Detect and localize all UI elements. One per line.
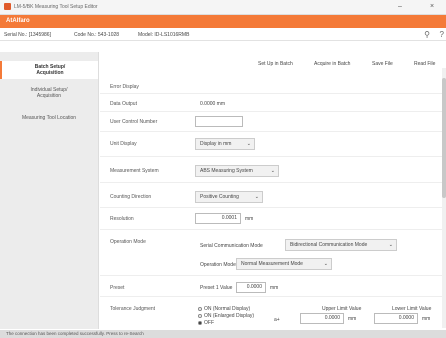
serial-comm-label: Serial Communication Mode: [200, 243, 263, 249]
divider: [100, 182, 446, 183]
chevron-down-icon: ⌄: [254, 194, 259, 200]
divider: [100, 131, 446, 132]
counting-direction-select[interactable]: Positive Counting ⌄: [195, 191, 263, 203]
unit-display-value: Display in mm: [200, 141, 232, 147]
divider: [100, 229, 446, 230]
divider: [100, 156, 446, 157]
operation-mode-select[interactable]: Normal Measurement Mode ⌄: [236, 258, 332, 270]
lower-limit-input[interactable]: 0.0000: [374, 313, 418, 324]
measurement-system-select[interactable]: ABS Measuring System ⌄: [195, 165, 279, 177]
acquire-batch-button[interactable]: Acquire in Batch: [314, 61, 350, 67]
app-header: AtAlfaro: [0, 15, 446, 28]
search-icon[interactable]: ⚲: [424, 30, 430, 39]
help-icon[interactable]: ?: [440, 30, 444, 39]
sidebar: Batch Setup/ Acquisition Individual Setu…: [0, 52, 99, 329]
model-number: Model: ID-LS1016RMB: [138, 32, 190, 38]
tolerance-option-enlarged: ON (Enlarged Display): [204, 313, 255, 319]
divider: [100, 275, 446, 276]
measurement-system-value: ABS Measuring System: [200, 168, 253, 174]
preset-unit: mm: [270, 285, 279, 291]
sidebar-item-label: Measuring Tool Location: [21, 115, 77, 121]
operation-mode-sub-label: Operation Mode: [200, 262, 236, 268]
unit-display-label: Unit Display: [110, 141, 137, 147]
user-control-input[interactable]: [195, 116, 243, 127]
divider: [100, 296, 446, 297]
status-message: The connection has been completed succes…: [6, 331, 144, 336]
code-number: Code No.: 543-1028: [74, 32, 120, 38]
sidebar-item-batch-setup[interactable]: Batch Setup/ Acquisition: [0, 61, 98, 79]
minimize-button[interactable]: –: [398, 2, 402, 11]
error-display-label: Error Display: [110, 84, 139, 90]
app-icon: [4, 3, 11, 10]
sidebar-item-tool-location[interactable]: Measuring Tool Location: [0, 112, 98, 127]
serial-number: Serial No.: [1345986]: [4, 32, 51, 38]
tolerance-radio-enlarged[interactable]: [198, 314, 202, 318]
chevron-down-icon: ⌄: [388, 242, 393, 248]
sidebar-item-label: Acquisition: [36, 70, 64, 76]
chevron-down-icon: ⌄: [246, 141, 251, 147]
tolerance-option-off: OFF: [204, 320, 214, 326]
vertical-scrollbar[interactable]: [442, 68, 446, 328]
sidebar-item-individual-setup[interactable]: Individual Setup/ Acquisition: [0, 85, 98, 105]
divider: [100, 111, 446, 112]
preset-label: Preset: [110, 285, 125, 291]
measurement-system-label: Measurement System: [110, 168, 159, 174]
upper-limit-unit: mm: [348, 316, 357, 322]
resolution-input[interactable]: 0.0001: [195, 213, 241, 224]
user-control-label: User Control Number: [110, 119, 158, 125]
preset-value-label: Preset 1 Value: [200, 285, 233, 291]
from-label: a+: [274, 317, 280, 323]
window-title: LM-5/BK Measuring Tool Setup Editor: [14, 4, 98, 10]
lower-limit-label: Lower Limit Value: [392, 306, 432, 312]
read-file-button[interactable]: Read File: [414, 61, 435, 67]
serial-comm-select[interactable]: Bidirectional Communication Mode ⌄: [285, 239, 397, 251]
tolerance-radio-normal[interactable]: [198, 307, 202, 311]
tolerance-option-normal: ON (Normal Display): [204, 306, 251, 312]
divider: [100, 93, 446, 94]
sidebar-item-label: Acquisition: [36, 93, 62, 99]
unit-display-select[interactable]: Display in mm ⌄: [195, 138, 255, 150]
operation-mode-value: Normal Measurement Mode: [241, 261, 303, 267]
setup-batch-button[interactable]: Set Up in Batch: [258, 61, 293, 67]
status-bar: The connection has been completed succes…: [0, 330, 446, 338]
scrollbar-thumb[interactable]: [442, 78, 446, 198]
serial-comm-value: Bidirectional Communication Mode: [290, 242, 368, 248]
data-output-label: Data Output: [110, 101, 137, 107]
app-title: AtAlfaro: [6, 18, 30, 24]
device-info-bar: Serial No.: [1345986] Code No.: 543-1028…: [0, 29, 446, 41]
save-file-button[interactable]: Save File: [372, 61, 393, 67]
counting-direction-value: Positive Counting: [200, 194, 239, 200]
upper-limit-input[interactable]: 0.0000: [300, 313, 344, 324]
tolerance-label: Tolerance Judgment: [110, 306, 156, 312]
lower-limit-unit: mm: [422, 316, 431, 322]
window-titlebar: LM-5/BK Measuring Tool Setup Editor – ×: [0, 0, 446, 15]
close-button[interactable]: ×: [430, 2, 434, 11]
resolution-unit: mm: [245, 216, 254, 222]
operation-mode-label: Operation Mode: [110, 239, 146, 245]
divider: [100, 207, 446, 208]
resolution-label: Resolution: [110, 216, 134, 222]
chevron-down-icon: ⌄: [323, 261, 328, 267]
counting-direction-label: Counting Direction: [110, 194, 152, 200]
preset-value-input[interactable]: 0.0000: [236, 282, 266, 293]
tolerance-radio-off[interactable]: [198, 321, 202, 325]
upper-limit-label: Upper Limit Value: [322, 306, 362, 312]
chevron-down-icon: ⌄: [270, 168, 275, 174]
data-output-value: 0.0000 mm: [200, 101, 226, 107]
